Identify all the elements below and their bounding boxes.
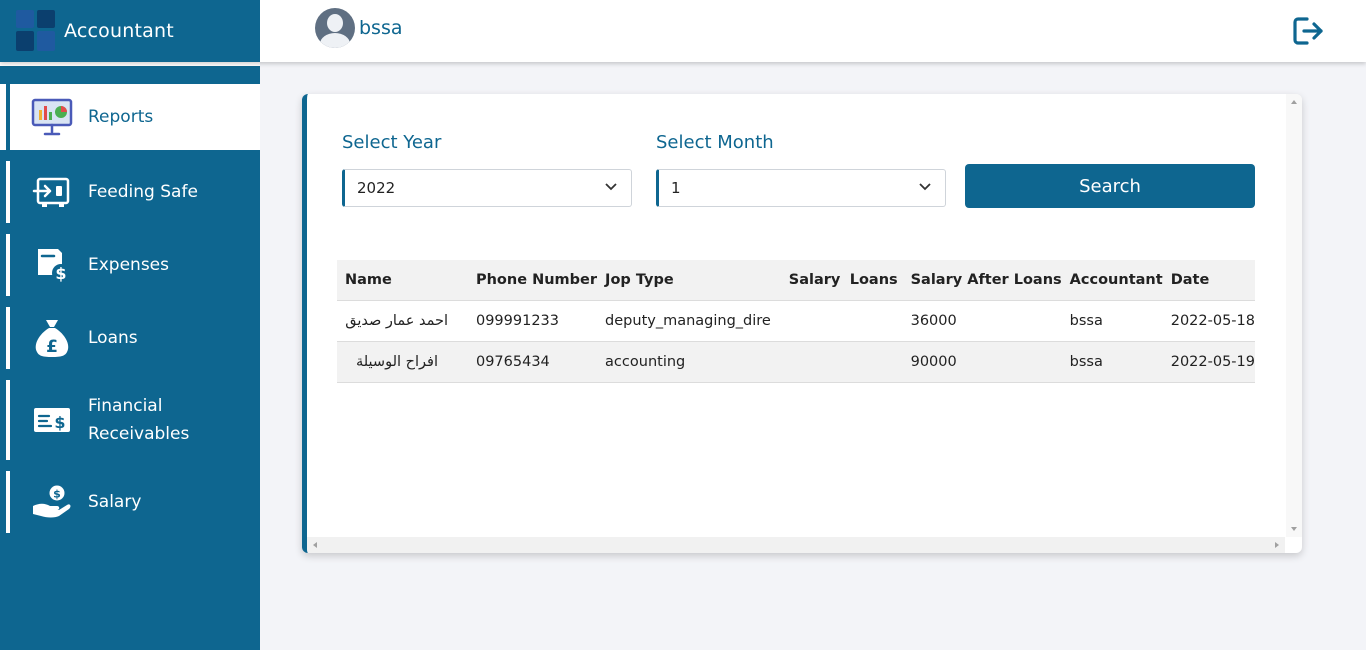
month-label: Select Month	[656, 132, 774, 153]
column-header: Name	[337, 260, 468, 300]
money-bag-icon: £	[30, 316, 74, 360]
avatar	[315, 8, 355, 48]
column-header: Salary After Loans	[902, 260, 1062, 300]
divider	[0, 62, 260, 66]
cell-date: 2022-05-19	[1162, 340, 1255, 383]
sidebar-item-feeding-safe[interactable]: Feeding Safe	[0, 161, 260, 223]
hand-coin-icon: $	[30, 480, 74, 524]
brand: Accountant	[0, 0, 260, 62]
cell-name: احمد عمار صديق	[337, 299, 468, 341]
sidebar-item-label: Salary	[88, 492, 142, 512]
column-header: Salary	[780, 260, 842, 300]
cell-salary	[780, 299, 842, 341]
svg-text:$: $	[53, 488, 61, 501]
cell-job-type: deputy_managing_dire	[597, 299, 781, 341]
svg-text:$: $	[54, 413, 65, 432]
sidebar-item-label: Financial Receivables	[88, 396, 190, 444]
cell-salary-after-loans: 90000	[902, 340, 1062, 383]
cell-accountant: bssa	[1061, 340, 1163, 383]
chevron-down-icon	[605, 183, 617, 191]
year-value: 2022	[357, 179, 396, 197]
sidebar-item-salary[interactable]: $ Salary	[0, 471, 260, 533]
cell-date: 2022-05-18	[1162, 299, 1255, 341]
sidebar-item-label: Expenses	[88, 255, 169, 275]
dashboard-logo-icon	[16, 10, 58, 52]
sidebar-item-label: Reports	[88, 107, 154, 127]
report-table: Name Phone Number Jop Type Salary Loans …	[337, 260, 1255, 383]
sidebar-nav: Reports Feeding Safe $ Expenses £ Loans …	[0, 84, 260, 533]
horizontal-scrollbar[interactable]	[307, 537, 1285, 553]
month-select[interactable]: 1	[656, 169, 946, 207]
column-header: Date	[1162, 260, 1255, 300]
cell-loans	[841, 340, 903, 383]
svg-text:£: £	[46, 337, 58, 357]
column-header: Accountant	[1061, 260, 1163, 300]
sidebar-item-reports[interactable]: Reports	[0, 84, 260, 150]
sidebar-item-financial-receivables[interactable]: $ Financial Receivables	[0, 380, 260, 460]
cell-accountant: bssa	[1061, 299, 1163, 341]
sidebar-item-expenses[interactable]: $ Expenses	[0, 234, 260, 296]
sidebar-item-loans[interactable]: £ Loans	[0, 307, 260, 369]
cell-job-type: accounting	[597, 340, 781, 383]
expense-document-icon: $	[30, 243, 74, 287]
year-select[interactable]: 2022	[342, 169, 632, 207]
presentation-chart-icon	[30, 95, 74, 139]
safe-deposit-icon	[30, 170, 74, 214]
report-card: Select Year 2022 Select Month 1 Search N…	[302, 94, 1302, 553]
month-value: 1	[671, 179, 681, 197]
table-row[interactable]: احمد عمار صديق 099991233 deputy_managing…	[337, 299, 1255, 341]
column-header: Phone Number	[467, 260, 598, 300]
table-header-row: Name Phone Number Jop Type Salary Loans …	[337, 260, 1255, 300]
column-header: Jop Type	[597, 260, 781, 300]
sidebar: Reports Feeding Safe $ Expenses £ Loans …	[0, 62, 260, 650]
user-profile[interactable]: bssa	[315, 8, 403, 48]
cell-phone: 099991233	[467, 299, 598, 341]
year-label: Select Year	[342, 132, 442, 153]
user-name: bssa	[359, 17, 403, 39]
sidebar-item-label: Loans	[88, 328, 138, 348]
cell-loans	[841, 299, 903, 341]
column-header: Loans	[841, 260, 903, 300]
vertical-scrollbar[interactable]	[1286, 94, 1302, 537]
search-button[interactable]: Search	[965, 164, 1255, 208]
cell-phone: 09765434	[467, 340, 598, 383]
cheque-icon: $	[30, 398, 74, 442]
logout-icon[interactable]	[1292, 14, 1326, 48]
top-bar: Accountant bssa	[0, 0, 1366, 62]
cell-salary-after-loans: 36000	[902, 299, 1062, 341]
cell-name: افراح الوسيلة	[337, 340, 468, 383]
app-title: Accountant	[64, 20, 174, 42]
chevron-down-icon	[919, 183, 931, 191]
sidebar-item-label: Feeding Safe	[88, 182, 198, 202]
table-row[interactable]: افراح الوسيلة 09765434 accounting 90000 …	[337, 340, 1255, 383]
cell-salary	[780, 340, 842, 383]
svg-text:$: $	[55, 264, 66, 283]
